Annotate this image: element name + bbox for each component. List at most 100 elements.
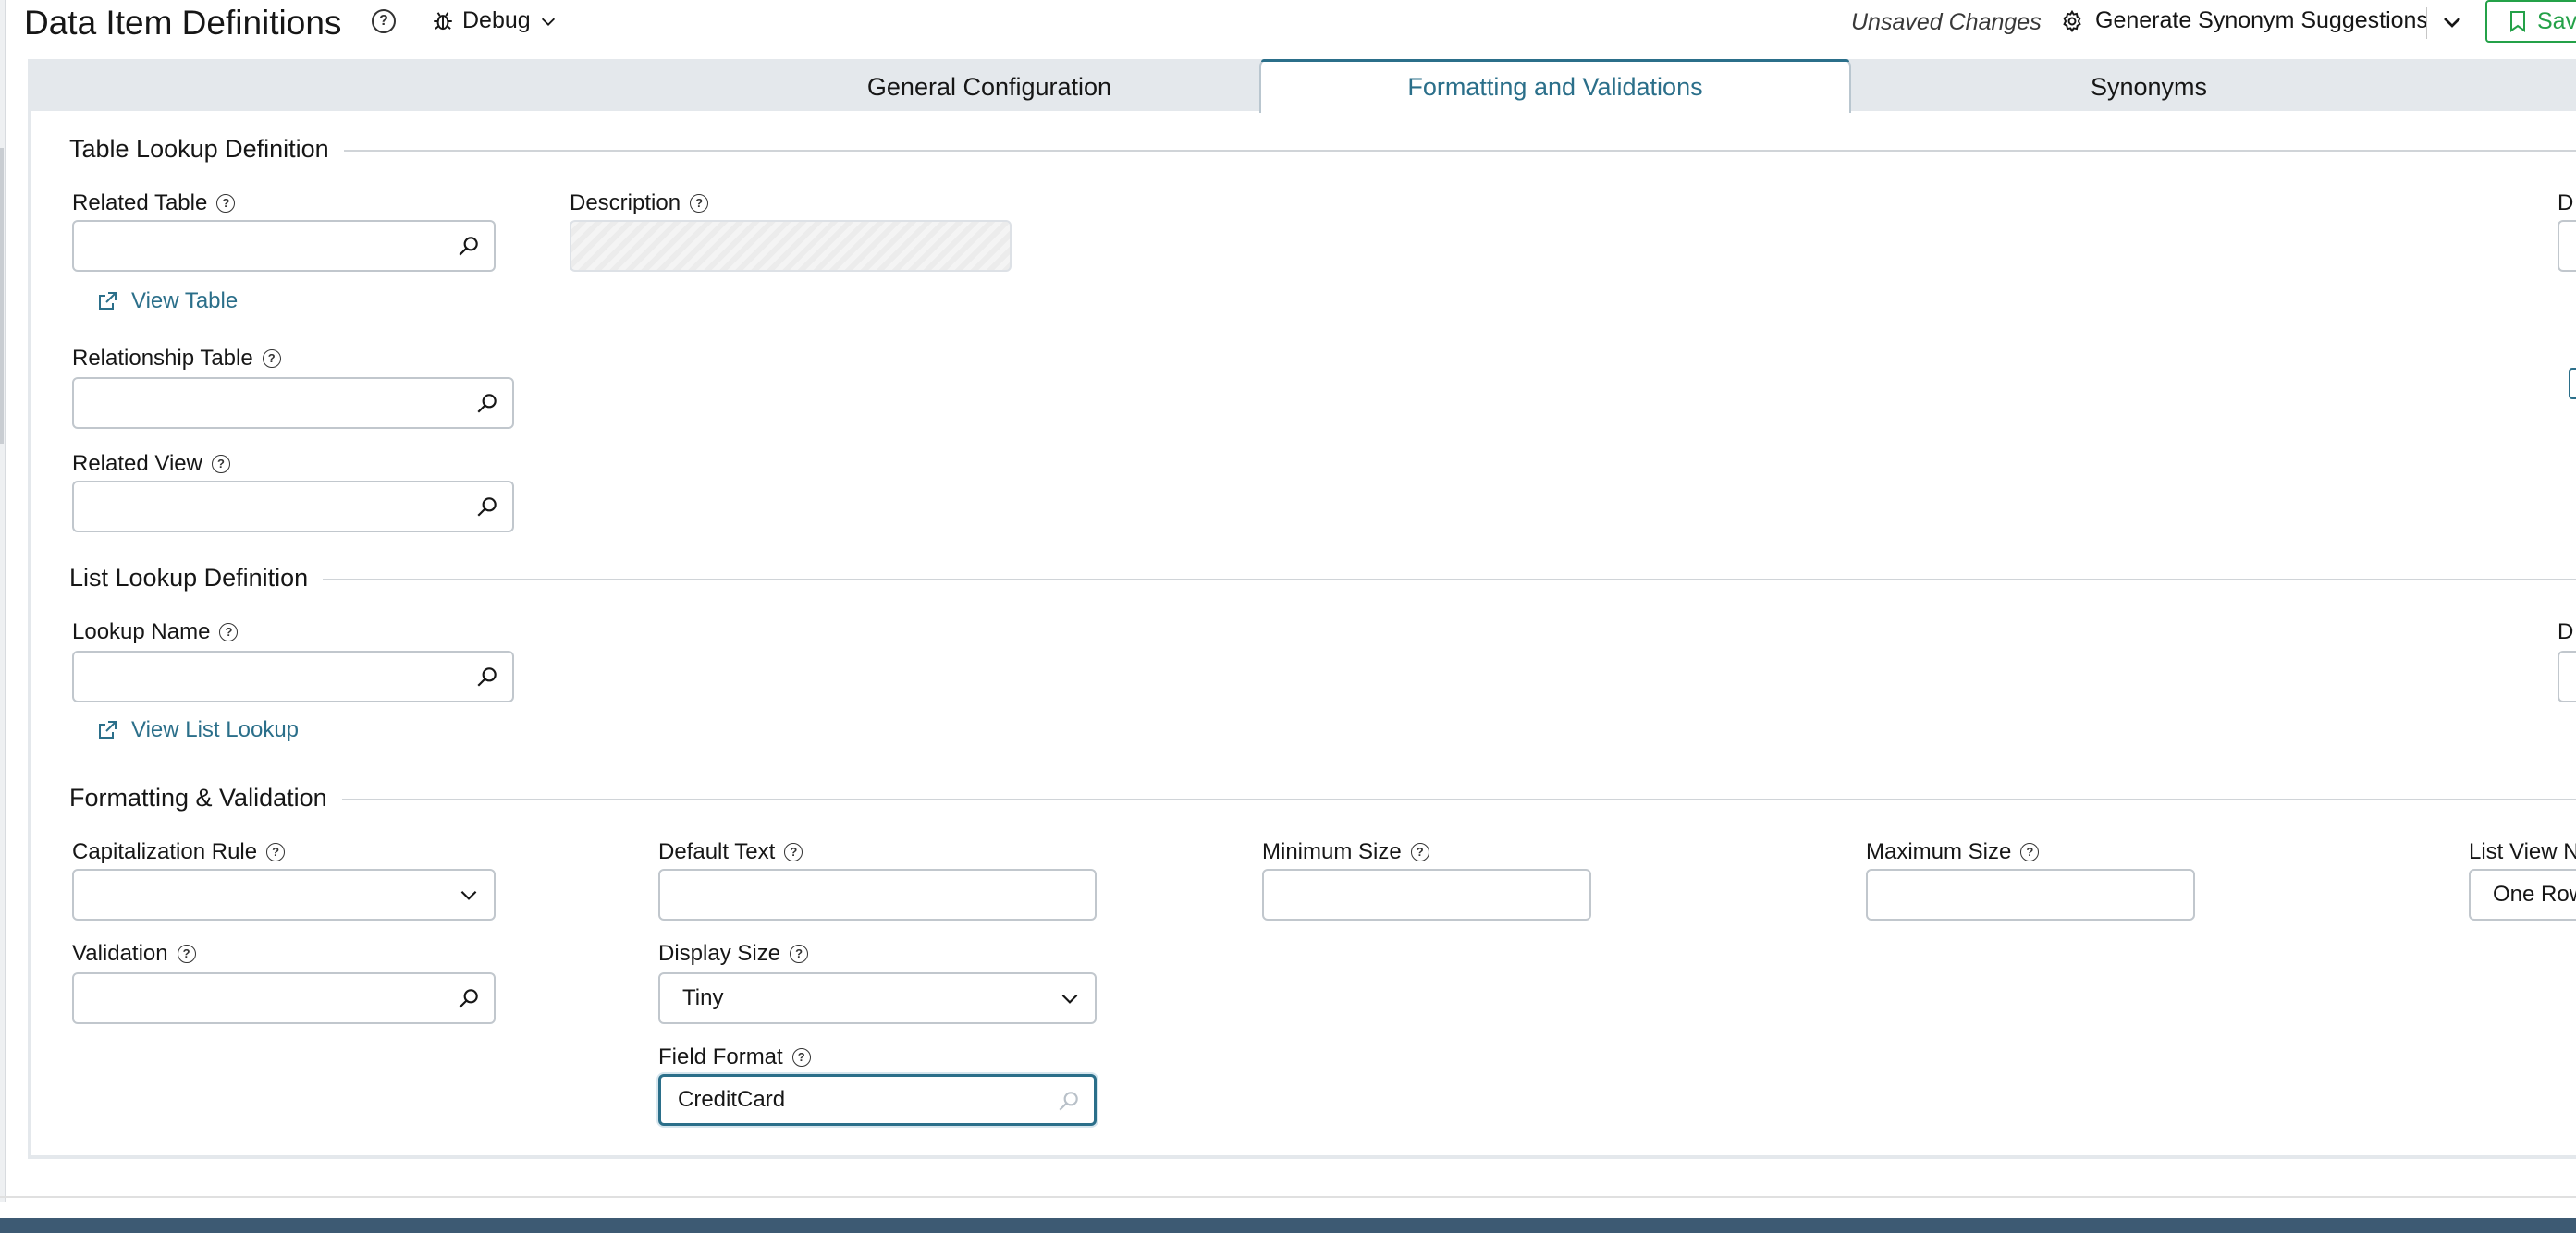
related-view-label: Related View ? (72, 451, 230, 477)
capitalization-rule-label: Capitalization Rule ? (72, 839, 286, 865)
bottom-divider (0, 1196, 2576, 1198)
chevron-down-icon (541, 18, 555, 26)
help-icon[interactable]: ? (216, 194, 236, 213)
tab-general-configuration[interactable]: General Configuration (786, 63, 1193, 111)
search-icon[interactable] (475, 665, 499, 689)
search-icon[interactable] (457, 986, 481, 1010)
help-icon[interactable]: ? (211, 455, 230, 473)
related-table-input[interactable] (72, 220, 496, 272)
description-label-text: Description (570, 190, 681, 215)
description-label: Description ? (570, 190, 709, 216)
chevron-down-icon (460, 890, 477, 900)
help-icon[interactable]: ? (1410, 843, 1429, 861)
generate-synonym-label: Generate Synonym Suggestions (2095, 7, 2428, 33)
cutoff-field-input[interactable] (2558, 651, 2576, 702)
minimum-size-label: Minimum Size ? (1262, 839, 1429, 865)
validation-label: Validation ? (72, 941, 196, 967)
default-text-label-text: Default Text (658, 839, 776, 864)
relationship-table-label-text: Relationship Table (72, 346, 253, 371)
search-icon[interactable] (1057, 1089, 1081, 1113)
list-view-label: List View N (2469, 839, 2576, 864)
minimum-size-label-text: Minimum Size (1262, 839, 1402, 864)
view-list-lookup-text: View List Lookup (131, 717, 300, 742)
generate-synonym-suggestions-button[interactable]: Generate Synonym Suggestions (2060, 7, 2428, 34)
help-icon[interactable]: ? (2020, 843, 2040, 861)
debug-menu-button[interactable]: Debug (431, 7, 558, 34)
lookup-name-label: Lookup Name ? (72, 619, 239, 645)
relationship-table-input[interactable] (72, 377, 514, 429)
tab-synonyms[interactable]: Synonyms (1918, 63, 2380, 111)
section-divider (333, 150, 2576, 152)
tab-bar: General Configuration Formatting and Val… (31, 59, 2576, 113)
search-icon[interactable] (475, 391, 499, 415)
debug-label: Debug (462, 7, 531, 33)
view-list-lookup-link[interactable]: View List Lookup (96, 717, 299, 743)
description-field (570, 220, 1012, 272)
list-view-value: One Row (2493, 882, 2576, 907)
cutoff-field-label: D (2558, 619, 2574, 644)
help-icon[interactable]: ? (266, 843, 286, 861)
capitalization-rule-label-text: Capitalization Rule (72, 839, 258, 864)
header-divider (2426, 7, 2427, 39)
default-text-label: Default Text ? (658, 839, 803, 865)
related-view-label-text: Related View (72, 451, 202, 476)
field-format-label: Field Format ? (658, 1044, 811, 1070)
maximum-size-label-text: Maximum Size (1866, 839, 2012, 864)
related-table-label: Related Table ? (72, 190, 236, 216)
help-icon[interactable]: ? (262, 349, 281, 368)
display-size-label-text: Display Size (658, 941, 781, 966)
display-size-value: Tiny (682, 985, 724, 1010)
display-size-select[interactable]: Tiny (658, 972, 1097, 1024)
cutoff-field-label: D (2558, 190, 2574, 215)
tab-formatting-and-validations[interactable]: Formatting and Validations (1259, 59, 1851, 113)
validation-label-text: Validation (72, 941, 168, 966)
help-icon[interactable]: ? (784, 843, 803, 861)
title-help-icon[interactable]: ? (372, 9, 396, 33)
view-table-text: View Table (131, 288, 239, 313)
page-title: Data Item Definitions (24, 4, 342, 42)
view-table-link[interactable]: View Table (96, 288, 238, 314)
save-label: Sav (2537, 7, 2576, 34)
formatting-section-title: Formatting & Validation (69, 784, 342, 812)
related-view-input[interactable] (72, 481, 514, 532)
list-lookup-section-title: List Lookup Definition (69, 564, 324, 592)
search-icon[interactable] (475, 494, 499, 519)
launch-icon (99, 292, 117, 310)
unsaved-changes-status: Unsaved Changes (1851, 9, 2042, 35)
footer-bar (0, 1218, 2576, 1233)
section-divider (314, 579, 2576, 580)
field-format-value: CreditCard (678, 1087, 786, 1112)
relationship-table-label: Relationship Table ? (72, 346, 281, 372)
maximum-size-label: Maximum Size ? (1866, 839, 2040, 865)
help-icon[interactable]: ? (177, 945, 196, 963)
field-format-label-text: Field Format (658, 1044, 783, 1069)
display-size-label: Display Size ? (658, 941, 809, 967)
related-table-label-text: Related Table (72, 190, 208, 215)
list-view-select[interactable]: One Row (2469, 869, 2576, 921)
lookup-name-label-text: Lookup Name (72, 619, 211, 644)
search-icon[interactable] (457, 234, 481, 258)
section-divider (340, 799, 2576, 800)
left-resize-handle[interactable] (0, 148, 4, 444)
table-lookup-section-title: Table Lookup Definition (69, 135, 344, 164)
bookmark-icon (2510, 11, 2525, 32)
launch-icon (99, 721, 117, 739)
chevron-down-icon (1061, 994, 1078, 1004)
validation-input[interactable] (72, 972, 496, 1024)
minimum-size-input[interactable] (1262, 869, 1591, 921)
cutoff-field-input[interactable] (2558, 220, 2576, 272)
cutoff-checkbox[interactable] (2569, 368, 2576, 399)
maximum-size-input[interactable] (1866, 869, 2195, 921)
save-button[interactable]: Sav (2485, 0, 2576, 43)
bug-icon (434, 11, 452, 30)
default-text-input[interactable] (658, 869, 1097, 921)
capitalization-rule-select[interactable] (72, 869, 496, 921)
help-icon[interactable]: ? (219, 623, 239, 641)
help-icon[interactable]: ? (790, 945, 809, 963)
more-options-chevron-icon[interactable] (2437, 6, 2467, 39)
field-format-input[interactable]: CreditCard (658, 1074, 1097, 1126)
help-icon[interactable]: ? (791, 1048, 811, 1067)
lookup-name-input[interactable] (72, 651, 514, 702)
gear-icon (2063, 9, 2081, 32)
help-icon[interactable]: ? (690, 194, 709, 213)
